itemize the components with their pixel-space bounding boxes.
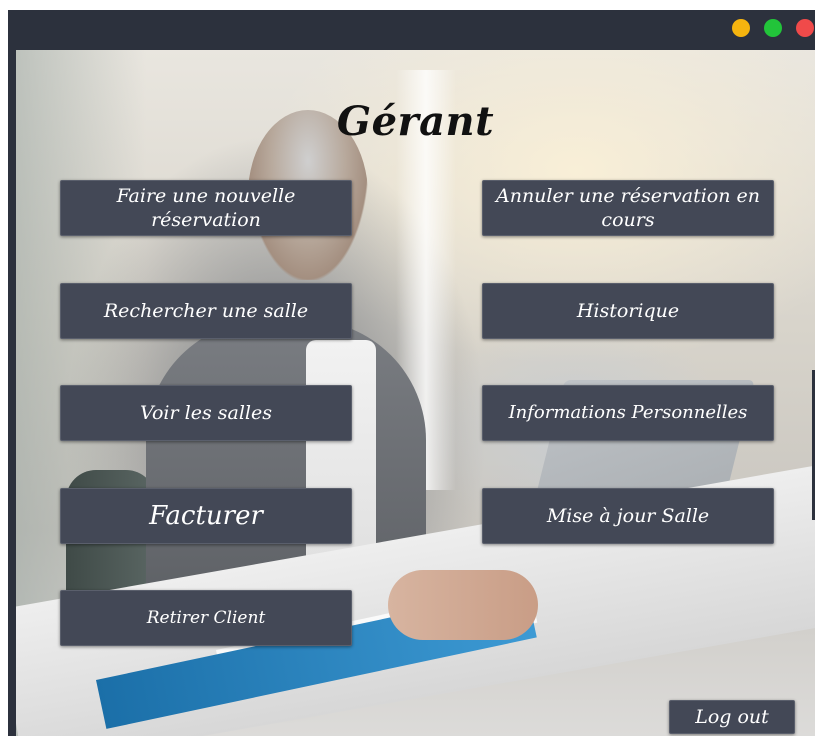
close-icon[interactable] xyxy=(796,19,814,37)
minimize-icon[interactable] xyxy=(732,19,750,37)
search-room-button[interactable]: Rechercher une salle xyxy=(60,283,352,339)
invoice-button[interactable]: Facturer xyxy=(60,488,352,544)
new-reservation-button[interactable]: Faire une nouvelle réservation xyxy=(60,180,352,236)
view-rooms-button[interactable]: Voir les salles xyxy=(60,385,352,441)
background-hand xyxy=(388,570,538,640)
page-title: Gérant xyxy=(336,98,495,145)
history-button[interactable]: Historique xyxy=(482,283,774,339)
logout-button[interactable]: Log out xyxy=(669,700,795,734)
personal-info-button[interactable]: Informations Personnelles xyxy=(482,385,774,441)
update-room-button[interactable]: Mise à jour Salle xyxy=(482,488,774,544)
cancel-reservation-button[interactable]: Annuler une réservation en cours xyxy=(482,180,774,236)
remove-client-button[interactable]: Retirer Client xyxy=(60,590,352,646)
maximize-icon[interactable] xyxy=(764,19,782,37)
main-panel: Gérant Faire une nouvelle réservation An… xyxy=(16,50,815,736)
title-bar xyxy=(8,10,815,50)
app-window: Gérant Faire une nouvelle réservation An… xyxy=(8,10,815,736)
